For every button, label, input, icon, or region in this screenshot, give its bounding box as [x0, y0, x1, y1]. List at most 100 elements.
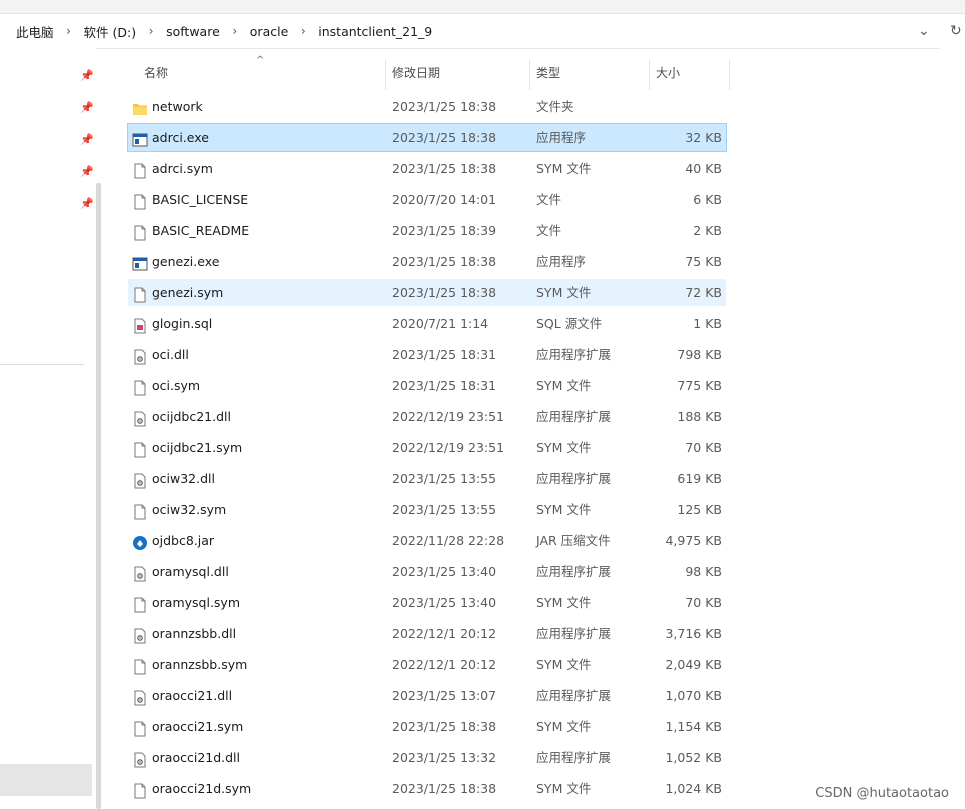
pin-icon[interactable]: 📌 [80, 102, 94, 114]
file-size: 3,716 KB [665, 626, 722, 641]
file-name: oramysql.sym [152, 595, 241, 610]
file-icon [132, 719, 148, 737]
file-size: 2,049 KB [665, 657, 722, 672]
file-row[interactable]: genezi.exe 2023/1/25 18:38 应用程序 75 KB [128, 248, 726, 275]
dll-icon [132, 471, 148, 489]
file-name: ojdbc8.jar [152, 533, 215, 548]
file-type: 应用程序扩展 [536, 750, 612, 765]
dll-icon [132, 750, 148, 768]
file-date: 2023/1/25 18:38 [392, 99, 497, 114]
breadcrumb-item[interactable]: 软件 (D:) [82, 22, 139, 41]
file-row[interactable]: ociw32.sym 2023/1/25 13:55 SYM 文件 125 KB [128, 496, 726, 523]
breadcrumb-item[interactable]: 此电脑 [14, 22, 56, 41]
pin-icon[interactable]: 📌 [80, 198, 94, 210]
file-row[interactable]: adrci.exe 2023/1/25 18:38 应用程序 32 KB [127, 123, 727, 152]
file-row[interactable]: oramysql.sym 2023/1/25 13:40 SYM 文件 70 KB [128, 589, 726, 616]
pin-icon[interactable]: 📌 [80, 166, 94, 178]
file-type: SYM 文件 [536, 378, 592, 393]
file-row[interactable]: ocijdbc21.sym 2022/12/19 23:51 SYM 文件 70 KB [128, 434, 726, 461]
breadcrumb-item[interactable]: instantclient_21_9 [316, 24, 434, 39]
file-row[interactable]: orannzsbb.sym 2022/12/1 20:12 SYM 文件 2,049 … [128, 651, 726, 678]
pin-icon[interactable]: 📌 [80, 70, 94, 82]
file-icon [132, 440, 148, 458]
file-row[interactable]: oraocci21.sym 2023/1/25 18:38 SYM 文件 1,154 … [128, 713, 726, 740]
refresh-icon[interactable]: ↻ [950, 14, 962, 48]
file-date: 2023/1/25 18:31 [392, 347, 497, 362]
dll-icon [132, 564, 148, 582]
file-row[interactable]: ociw32.dll 2023/1/25 13:55 应用程序扩展 619 KB [128, 465, 726, 492]
nav-scrollbar[interactable] [96, 183, 101, 809]
column-divider[interactable] [529, 60, 530, 90]
nav-divider [0, 364, 84, 365]
file-size: 619 KB [677, 471, 722, 486]
column-header-size[interactable]: 大小 [656, 58, 680, 88]
file-row[interactable]: BASIC_README 2023/1/25 18:39 文件 2 KB [128, 217, 726, 244]
file-name: ociw32.dll [152, 471, 215, 486]
column-divider[interactable] [729, 60, 730, 90]
file-type: 应用程序扩展 [536, 347, 612, 362]
file-date: 2022/12/19 23:51 [392, 440, 505, 455]
file-row[interactable]: orannzsbb.dll 2022/12/1 20:12 应用程序扩展 3,716 … [128, 620, 726, 647]
column-header-type[interactable]: 类型 [536, 58, 560, 88]
address-bar[interactable]: 此电脑 › 软件 (D:) › software › oracle › instantclien… [0, 14, 940, 49]
file-size: 72 KB [685, 285, 722, 300]
file-date: 2022/11/28 22:28 [392, 533, 505, 548]
column-divider[interactable] [385, 60, 386, 90]
file-row[interactable]: adrci.sym 2023/1/25 18:38 SYM 文件 40 KB [128, 155, 726, 182]
file-row[interactable]: oraocci21d.sym 2023/1/25 18:38 SYM 文件 1,024… [128, 775, 726, 802]
file-size: 125 KB [677, 502, 722, 517]
file-type: 文件 [536, 223, 562, 238]
file-size: 32 KB [685, 130, 722, 145]
file-date: 2023/1/25 18:38 [392, 161, 497, 176]
chevron-right-icon[interactable]: › [138, 24, 164, 38]
file-type: SYM 文件 [536, 440, 592, 455]
column-header-date[interactable]: 修改日期 [392, 58, 440, 88]
pin-icon[interactable]: 📌 [80, 134, 94, 146]
file-icon [132, 502, 148, 520]
file-date: 2020/7/21 1:14 [392, 316, 489, 331]
chevron-right-icon[interactable]: › [56, 24, 82, 38]
file-name: ociw32.sym [152, 502, 227, 517]
file-name: adrci.exe [152, 130, 209, 145]
file-name: network [152, 99, 203, 114]
watermark: CSDN @hutaotaotao [815, 786, 949, 801]
breadcrumb-item[interactable]: oracle [248, 24, 290, 39]
file-row[interactable]: oci.dll 2023/1/25 18:31 应用程序扩展 798 KB [128, 341, 726, 368]
file-row[interactable]: oraocci21.dll 2023/1/25 13:07 应用程序扩展 1,070 … [128, 682, 726, 709]
file-size: 1,024 KB [665, 781, 722, 796]
file-size: 4,975 KB [665, 533, 722, 548]
column-header-name[interactable]: 名称 [144, 58, 168, 88]
file-row[interactable]: ojdbc8.jar 2022/11/28 22:28 JAR 压缩文件 4,975 … [128, 527, 726, 554]
file-type: 应用程序扩展 [536, 471, 612, 486]
file-date: 2023/1/25 13:55 [392, 471, 497, 486]
nav-selected-item[interactable] [0, 764, 92, 796]
file-date: 2023/1/25 18:38 [392, 285, 497, 300]
file-name: adrci.sym [152, 161, 213, 176]
chevron-right-icon[interactable]: › [222, 24, 248, 38]
title-strip [0, 0, 965, 14]
file-row[interactable]: BASIC_LICENSE 2020/7/20 14:01 文件 6 KB [128, 186, 726, 213]
file-row[interactable]: oci.sym 2023/1/25 18:31 SYM 文件 775 KB [128, 372, 726, 399]
file-size: 775 KB [677, 378, 722, 393]
file-row[interactable]: network 2023/1/25 18:38 文件夹 [128, 93, 726, 120]
file-name: orannzsbb.sym [152, 657, 248, 672]
file-size: 1,052 KB [665, 750, 722, 765]
breadcrumb-item[interactable]: software [164, 24, 222, 39]
chevron-down-icon[interactable]: ⌄ [918, 14, 930, 48]
file-size: 40 KB [685, 161, 722, 176]
chevron-right-icon[interactable]: › [290, 24, 316, 38]
sql-icon [132, 316, 148, 334]
file-row[interactable]: oraocci21d.dll 2023/1/25 13:32 应用程序扩展 1,052… [128, 744, 726, 771]
file-row[interactable]: glogin.sql 2020/7/21 1:14 SQL 源文件 1 KB [128, 310, 726, 337]
file-name: BASIC_README [152, 223, 250, 238]
file-size: 1,154 KB [665, 719, 722, 734]
file-type: SYM 文件 [536, 719, 592, 734]
file-row[interactable]: genezi.sym 2023/1/25 18:38 SYM 文件 72 KB [128, 279, 726, 306]
column-divider[interactable] [649, 60, 650, 90]
file-type: SYM 文件 [536, 502, 592, 517]
file-type: SYM 文件 [536, 781, 592, 796]
file-row[interactable]: oramysql.dll 2023/1/25 13:40 应用程序扩展 98 KB [128, 558, 726, 585]
file-row[interactable]: ocijdbc21.dll 2022/12/19 23:51 应用程序扩展 188 K… [128, 403, 726, 430]
dll-icon [132, 688, 148, 706]
file-name: ocijdbc21.sym [152, 440, 243, 455]
